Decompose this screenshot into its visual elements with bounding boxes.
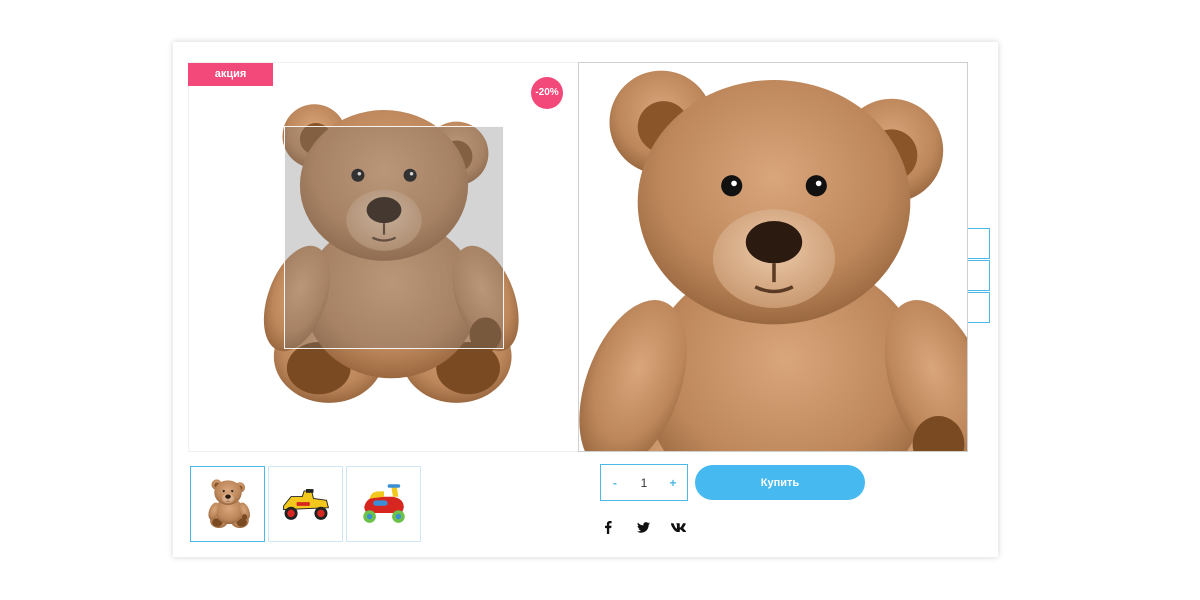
thumbnail-ride-on-toy[interactable]	[346, 466, 421, 542]
teddy-bear-thumbnail-icon	[204, 478, 252, 530]
ride-on-toy-thumbnail-icon	[362, 484, 405, 523]
quantity-plus-button[interactable]: +	[659, 476, 687, 490]
thumbnail-teddy-bear[interactable]	[190, 466, 265, 542]
buy-button[interactable]: Купить	[695, 465, 865, 500]
zoomed-teddy-bear-image	[578, 62, 968, 452]
side-option-box[interactable]	[966, 292, 990, 323]
vk-icon[interactable]	[670, 519, 686, 535]
quantity-value[interactable]: 1	[629, 476, 659, 490]
facebook-icon[interactable]	[600, 519, 616, 535]
thumbnail-strip	[190, 466, 421, 542]
twitter-icon[interactable]	[635, 519, 651, 535]
thumbnail-toy-car[interactable]	[268, 466, 343, 542]
product-card: акция -20% - 1 + Купить	[173, 42, 998, 557]
zoom-preview	[578, 62, 968, 452]
discount-badge: -20%	[531, 77, 563, 109]
side-option-box[interactable]	[966, 228, 990, 259]
social-share	[600, 519, 686, 535]
main-product-image[interactable]	[188, 62, 580, 452]
quantity-minus-button[interactable]: -	[601, 476, 629, 490]
zoom-lens[interactable]	[284, 126, 504, 349]
quantity-stepper: - 1 +	[600, 464, 688, 501]
side-option-boxes	[966, 228, 990, 324]
toy-car-thumbnail-icon	[282, 489, 329, 520]
sale-badge: акция	[188, 63, 273, 86]
side-option-box[interactable]	[966, 260, 990, 291]
